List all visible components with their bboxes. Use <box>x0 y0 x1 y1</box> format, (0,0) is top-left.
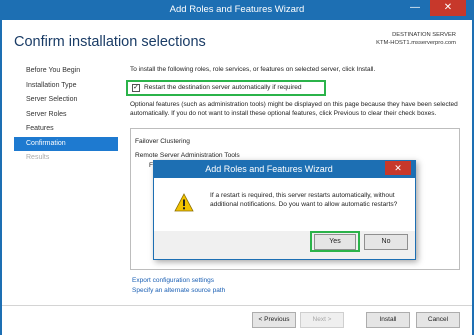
window-close-button[interactable]: ✕ <box>430 0 466 16</box>
previous-button[interactable]: < Previous <box>252 312 296 328</box>
links: Export configuration settings Specify an… <box>132 276 225 296</box>
nav-item-before-you-begin[interactable]: Before You Begin <box>14 64 118 79</box>
main-content: To install the following roles, role ser… <box>130 66 460 73</box>
yes-button[interactable]: Yes <box>314 234 356 250</box>
wizard-nav: Before You Begin Installation Type Serve… <box>14 64 118 166</box>
dialog-message: If a restart is required, this server re… <box>210 192 398 208</box>
restart-checkbox[interactable]: ✓ <box>132 84 140 92</box>
nav-item-server-selection[interactable]: Server Selection <box>14 93 118 108</box>
warning-icon <box>174 193 194 212</box>
footer-divider <box>2 305 472 306</box>
window-border-left <box>0 20 2 335</box>
optional-features-note: Optional features (such as administratio… <box>130 101 458 117</box>
alternate-source-link[interactable]: Specify an alternate source path <box>132 286 225 296</box>
nav-item-installation-type[interactable]: Installation Type <box>14 79 118 94</box>
nav-item-features[interactable]: Features <box>14 122 118 137</box>
next-button: Next > <box>300 312 344 328</box>
dialog-close-button[interactable]: ✕ <box>385 161 411 175</box>
restart-checkbox-label[interactable]: Restart the destination server automatic… <box>144 84 302 91</box>
dialog-title: Add Roles and Features Wizard <box>205 164 333 174</box>
cancel-button[interactable]: Cancel <box>416 312 460 328</box>
nav-item-results: Results <box>26 154 50 161</box>
nav-item-confirmation[interactable]: Confirmation <box>14 136 118 151</box>
nav-item-server-roles[interactable]: Server Roles <box>14 108 118 123</box>
destination-server-label: DESTINATION SERVER <box>392 32 456 38</box>
feature-item-remote-server-admin-tools: Remote Server Administration Tools <box>135 152 240 159</box>
minimize-button[interactable]: — <box>408 3 422 15</box>
window-title: Add Roles and Features Wizard <box>169 4 305 15</box>
feature-item-failover-clustering: Failover Clustering <box>135 138 190 145</box>
page-title: Confirm installation selections <box>14 34 206 50</box>
no-button[interactable]: No <box>364 234 408 250</box>
destination-server-name: KTM-HOST1.msserverpro.com <box>376 40 456 46</box>
export-config-link[interactable]: Export configuration settings <box>132 276 225 286</box>
install-button[interactable]: Install <box>366 312 410 328</box>
intro-text: To install the following roles, role ser… <box>130 66 376 73</box>
restart-confirmation-dialog: Add Roles and Features Wizard ✕ If a res… <box>153 160 416 260</box>
